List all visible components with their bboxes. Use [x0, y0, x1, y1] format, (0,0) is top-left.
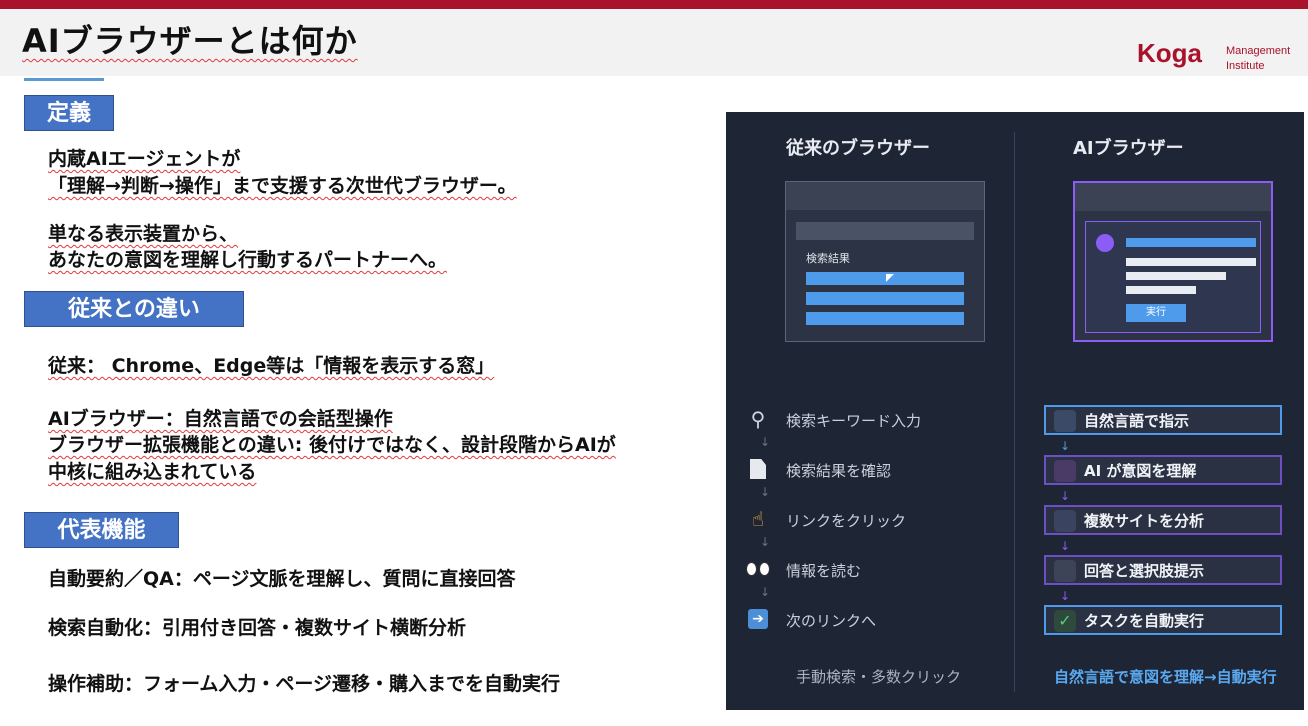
down-arrow-icon: ↓ — [760, 535, 771, 549]
ai-execute-button: 実行 — [1126, 304, 1186, 322]
mock-result-bar-1 — [806, 272, 964, 285]
right-step-5-label: タスクを自動実行 — [1084, 612, 1205, 630]
title-underline-rule — [24, 78, 104, 81]
difference-line1: 従来： Chrome、Edge等は「情報を表示する窓」 — [48, 355, 495, 377]
ai-avatar-icon — [1096, 234, 1114, 252]
magnifier-icon: ⚲ — [750, 407, 766, 431]
logo-subtitle: Management Institute — [1226, 44, 1290, 74]
right-step-1-label: 自然言語で指示 — [1084, 412, 1190, 430]
mock-result-bar-2 — [806, 292, 964, 305]
ai-text-line-1 — [1126, 258, 1256, 266]
arrow-right-icon: ➔ — [746, 607, 770, 631]
ai-browser-mock: 実行 — [1073, 181, 1273, 342]
ai-text-line-3 — [1126, 286, 1196, 294]
eyes-icon — [746, 557, 770, 581]
right-step-4-label: 回答と選択肢提示 — [1084, 562, 1205, 580]
features-heading: 代表機能 — [24, 512, 179, 548]
brain-icon — [1054, 460, 1076, 482]
ai-message-bar — [1126, 238, 1256, 247]
mock-window-header — [1075, 183, 1271, 211]
down-arrow-icon: ↓ — [1060, 439, 1071, 453]
left-column-title: 従来のブラウザー — [786, 138, 930, 159]
difference-line3: ブラウザー拡張機能との違い: 後付けではなく、設計段階からAIが — [48, 434, 616, 456]
right-column-title: AIブラウザー — [1073, 138, 1184, 159]
pointing-hand-icon: ☝ — [751, 507, 765, 531]
right-step-3-label: 複数サイトを分析 — [1084, 512, 1205, 530]
definition-heading: 定義 — [24, 95, 114, 131]
slide-title: AIブラウザーとは何か — [22, 22, 358, 60]
mock-search-results-label: 検索結果 — [806, 252, 850, 265]
speech-bubble-icon — [1054, 410, 1076, 432]
traditional-browser-mock: 検索結果 — [785, 181, 985, 342]
check-icon: ✓ — [1054, 610, 1076, 632]
feature-item-1: 自動要約／QA：ページ文脈を理解し、質問に直接回答 — [48, 568, 516, 590]
column-divider — [1014, 132, 1015, 692]
left-footer: 手動検索・多数クリック — [796, 668, 962, 686]
left-step-1: 検索キーワード入力 — [786, 412, 922, 430]
comparison-figure: 従来のブラウザー AIブラウザー 検索結果 実行 ⚲ 検索キーワード入力 ↓ 検… — [726, 112, 1304, 710]
definition-line4: あなたの意図を理解し行動するパートナーへ。 — [48, 249, 448, 271]
ai-assistant-card: 実行 — [1085, 221, 1261, 333]
down-arrow-icon: ↓ — [760, 435, 771, 449]
feature-item-2: 検索自動化：引用付き回答・複数サイト横断分析 — [48, 617, 467, 639]
difference-heading: 従来との違い — [24, 291, 244, 327]
chart-icon — [1054, 560, 1076, 582]
logo-sub-line2: Institute — [1226, 60, 1265, 72]
difference-line4: 中核に組み込まれている — [48, 461, 257, 483]
right-step-4: 回答と選択肢提示 — [1044, 555, 1282, 585]
logo-koga: Koga — [1137, 38, 1202, 68]
right-step-2-label: AI が意図を理解 — [1084, 462, 1197, 480]
ai-text-line-2 — [1126, 272, 1226, 280]
down-arrow-icon: ↓ — [1060, 489, 1071, 503]
logo-sub-line1: Management — [1226, 45, 1291, 57]
left-step-5: 次のリンクへ — [786, 612, 877, 630]
top-accent-bar — [0, 0, 1308, 9]
down-arrow-icon: ↓ — [1060, 539, 1071, 553]
right-step-2: AI が意図を理解 — [1044, 455, 1282, 485]
mouse-cursor-icon — [886, 274, 894, 282]
right-step-1: 自然言語で指示 — [1044, 405, 1282, 435]
definition-line1: 内蔵AIエージェントが — [48, 148, 241, 170]
definition-line3: 単なる表示装置から、 — [48, 223, 239, 245]
mock-result-bar-3 — [806, 312, 964, 325]
mock-window-header — [786, 182, 984, 210]
down-arrow-icon: ↓ — [760, 485, 771, 499]
document-icon — [746, 457, 770, 481]
definition-line2: 「理解→判断→操作」まで支援する次世代ブラウザー。 — [48, 175, 517, 197]
left-step-3: リンクをクリック — [786, 512, 907, 530]
right-step-5: ✓ タスクを自動実行 — [1044, 605, 1282, 635]
right-footer: 自然言語で意図を理解→自動実行 — [1054, 668, 1277, 686]
difference-line2: AIブラウザー：自然言語での会話型操作 — [48, 408, 393, 430]
refresh-icon — [1054, 510, 1076, 532]
left-step-4: 情報を読む — [786, 562, 862, 580]
down-arrow-icon: ↓ — [760, 585, 771, 599]
left-step-2: 検索結果を確認 — [786, 462, 892, 480]
right-step-3: 複数サイトを分析 — [1044, 505, 1282, 535]
down-arrow-icon: ↓ — [1060, 589, 1071, 603]
mock-search-bar — [796, 222, 974, 240]
feature-item-3: 操作補助：フォーム入力・ページ遷移・購入までを自動実行 — [48, 673, 561, 695]
